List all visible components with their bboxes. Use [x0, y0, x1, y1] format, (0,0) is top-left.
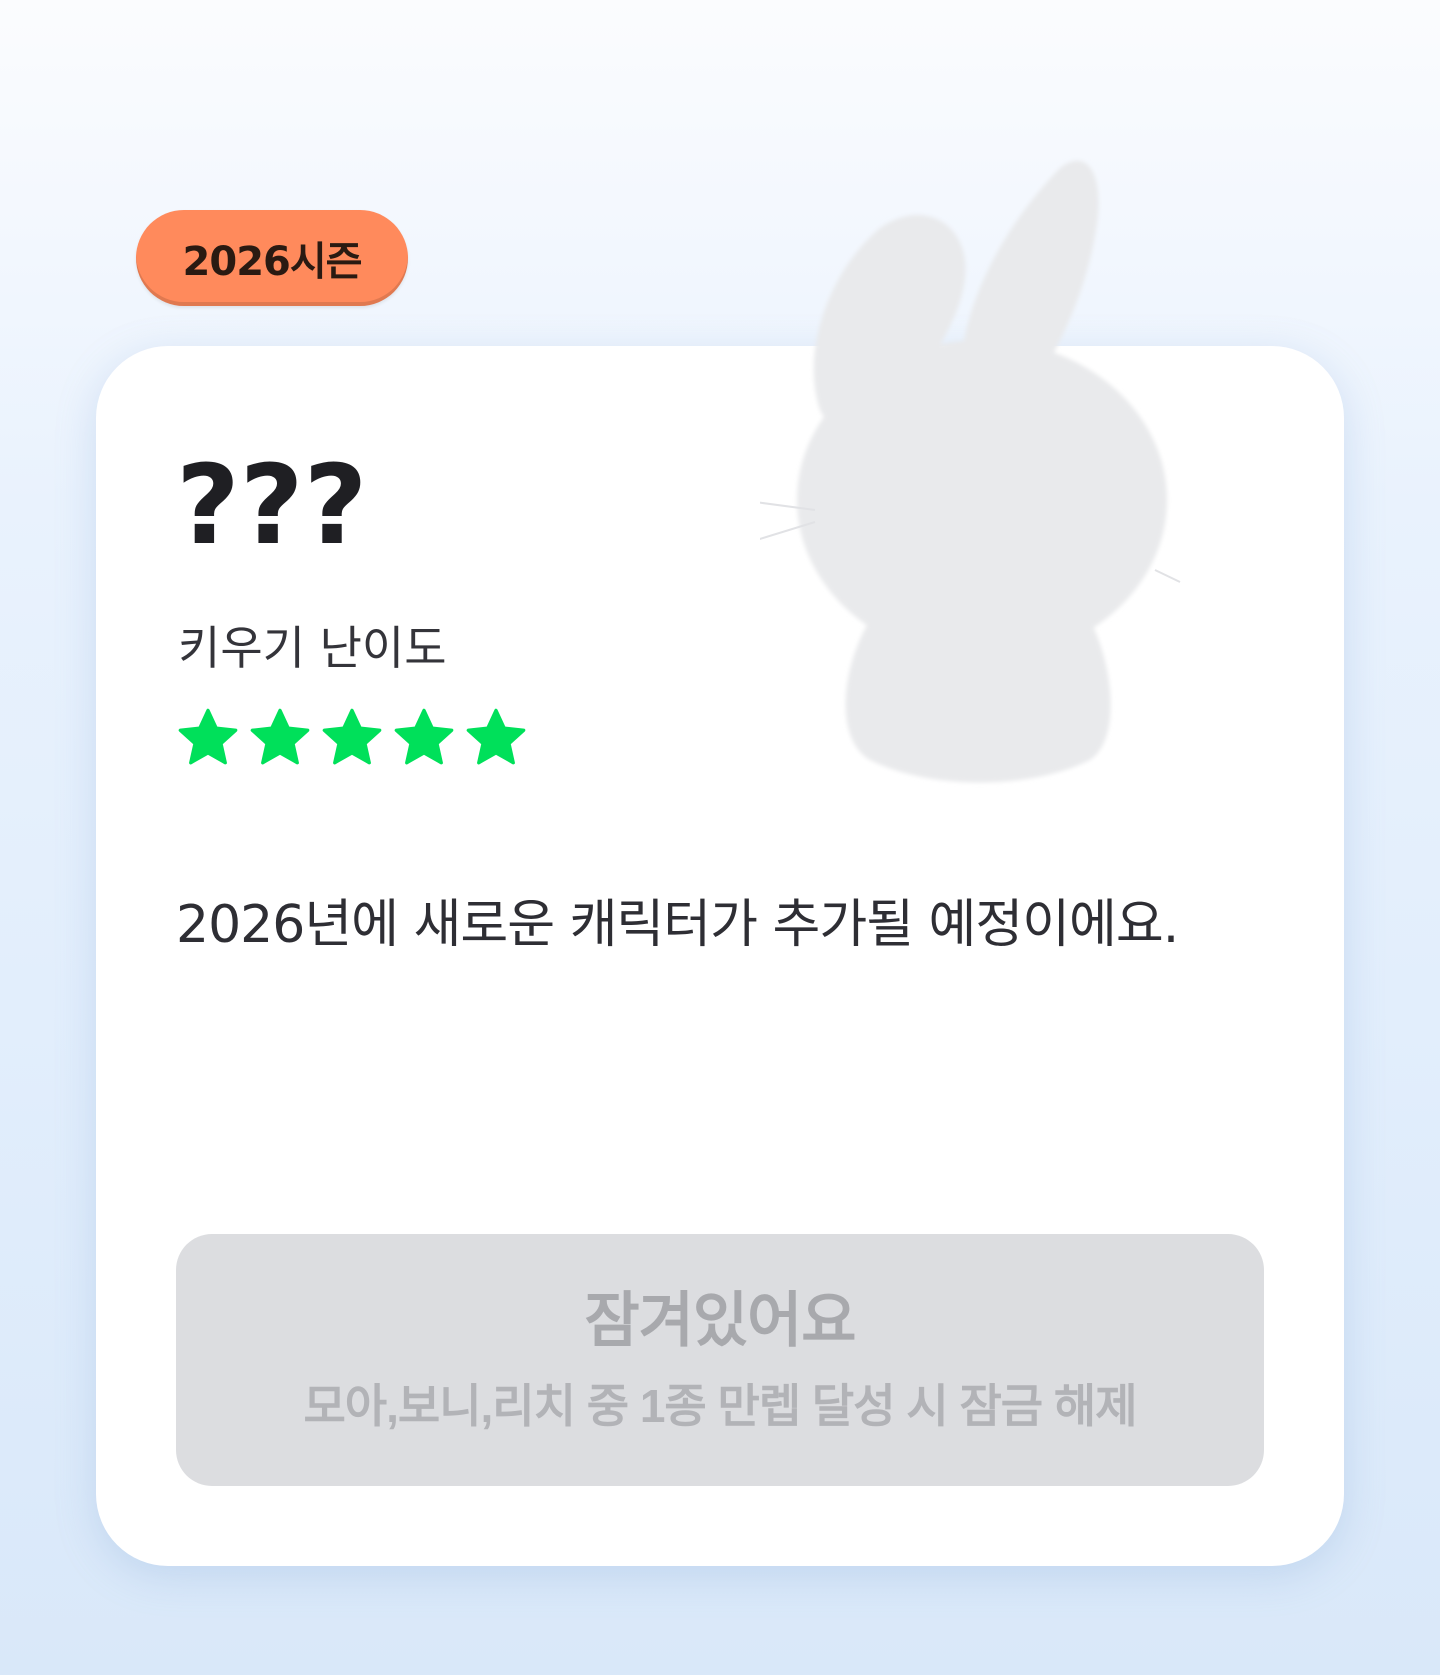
- difficulty-rating: [176, 706, 528, 770]
- unlock-condition-text: 모아,보니,리치 중 1종 만렙 달성 시 잠금 해제: [303, 1380, 1137, 1432]
- character-description: 2026년에 새로운 캐릭터가 추가될 예정이에요.: [176, 895, 1179, 955]
- season-badge-label: 2026시즌: [182, 239, 363, 285]
- star-icon: [466, 708, 526, 765]
- star-icon: [178, 708, 238, 765]
- locked-button[interactable]: 잠겨있어요 모아,보니,리치 중 1종 만렙 달성 시 잠금 해제: [176, 1234, 1264, 1486]
- star-icon: [394, 708, 454, 765]
- star-icon: [250, 708, 310, 765]
- star-icon: [322, 708, 382, 765]
- difficulty-label: 키우기 난이도: [178, 621, 447, 675]
- character-name: ???: [176, 441, 368, 569]
- rabbit-silhouette-icon: [760, 160, 1181, 783]
- locked-title: 잠겨있어요: [584, 1287, 857, 1354]
- season-badge: 2026시즌: [136, 210, 408, 306]
